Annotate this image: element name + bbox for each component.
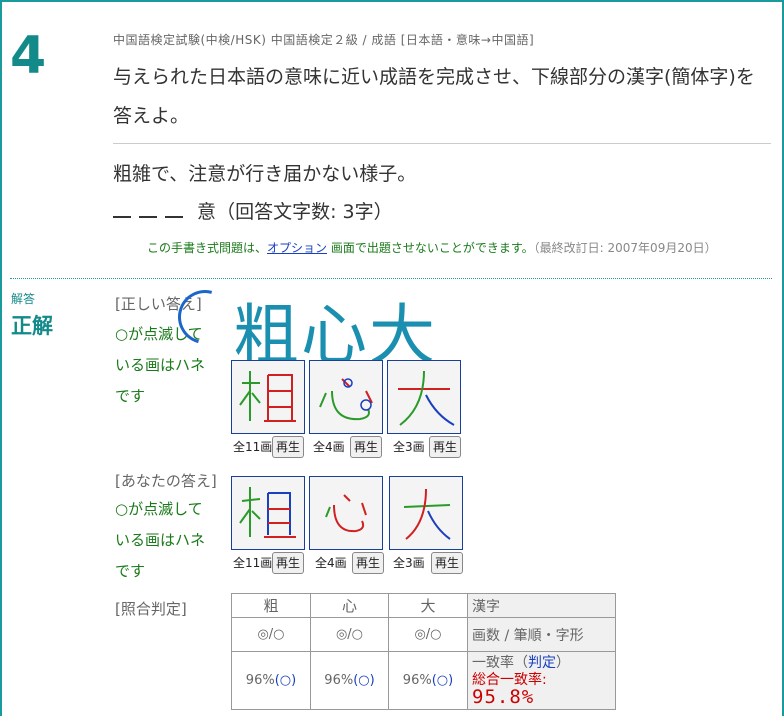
- judge-header-cell: 大: [388, 593, 468, 618]
- your-char-box-3: [389, 476, 463, 550]
- question-instruction: 与えられた日本語の意味に近い成語を完成させ、下線部分の漢字(簡体字)を答えよ。: [113, 66, 755, 127]
- answer-length-hint: （回答文字数: 3字）: [216, 201, 393, 223]
- stroke-count: 全11画: [233, 440, 273, 454]
- char-stroke-drawing: [239, 487, 296, 538]
- judge-header-cell: 粗: [231, 593, 311, 618]
- revision-date: （最終改訂日: 2007年09月20日）: [533, 241, 717, 255]
- option-note: この手書き式問題は、オプション 画面で出題させないことができます。（最終改訂日:…: [147, 241, 717, 255]
- judge-pct-cell: 96%(○): [310, 651, 389, 710]
- correct-heading: 正解: [11, 314, 53, 338]
- stroke-count: 全4画: [315, 556, 347, 570]
- correct-char-box-1: [231, 360, 305, 434]
- blank-1: [113, 198, 131, 218]
- char-stroke-drawing: [325, 494, 367, 533]
- char-stroke-drawing: [239, 371, 296, 422]
- blank-2: [139, 198, 157, 218]
- total-match-value: 95.8%: [472, 686, 535, 708]
- judge-cell: ◎/○: [231, 617, 311, 652]
- judge-pct-cell: 96%(○): [231, 651, 311, 710]
- correct-char-box-2: [309, 360, 383, 434]
- play-button[interactable]: 再生: [272, 436, 304, 458]
- stroke-count: 全11画: [233, 556, 273, 570]
- play-button[interactable]: 再生: [431, 552, 463, 574]
- section-divider: [10, 278, 772, 279]
- judge-header-label: 漢字: [467, 593, 616, 618]
- judge-total-cell: 一致率（判定） 総合一致率: 95.8%: [467, 651, 616, 710]
- char-stroke-drawing: [319, 378, 373, 421]
- stroke-count: 全3画: [393, 440, 425, 454]
- tail-char: 意: [197, 201, 217, 223]
- stroke-count: 全4画: [313, 440, 345, 454]
- char-stroke-drawing: [403, 488, 451, 540]
- match-rate-label: 一致率（判定）: [472, 655, 570, 671]
- judge-stroke-row: ◎/○ ◎/○ ◎/○ 画数 / 筆順・字形: [231, 617, 616, 652]
- judge-cell: ◎/○: [388, 617, 468, 652]
- play-button[interactable]: 再生: [429, 436, 461, 458]
- judge-pct-cell: 96%(○): [388, 651, 468, 710]
- judge-match-row: 96%(○) 96%(○) 96%(○) 一致率（判定） 総合一致率: 95.8…: [231, 651, 616, 710]
- your-answer-label: [あなたの答え]: [115, 472, 217, 490]
- judge-header-row: 粗 心 大 漢字: [231, 593, 616, 618]
- divider: [113, 143, 771, 144]
- answer-blanks: 意（回答文字数: 3字）: [113, 197, 393, 224]
- option-link[interactable]: オプション: [267, 241, 327, 255]
- stroke-count: 全3画: [393, 556, 425, 570]
- correct-char-box-3: [387, 360, 461, 434]
- play-button[interactable]: 再生: [350, 436, 382, 458]
- breadcrumb: 中国語検定試験(中検/HSK) 中国語検定２級 / 成語 [日本語・意味→中国語…: [113, 33, 535, 47]
- hint-text-correct: ○が点滅して いる画はハネ です: [115, 325, 206, 405]
- hint-text-yours: ○が点滅して いる画はハネ です: [115, 500, 206, 580]
- answer-label: 解答: [11, 292, 36, 306]
- judge-row-label: 画数 / 筆順・字形: [467, 617, 616, 652]
- your-char-box-2: [309, 476, 383, 550]
- your-char-box-1: [231, 476, 305, 550]
- blank-3: [165, 198, 183, 218]
- judge-header-cell: 心: [310, 593, 389, 618]
- play-button[interactable]: 再生: [272, 552, 304, 574]
- judge-label: [照合判定]: [115, 600, 187, 618]
- play-button[interactable]: 再生: [352, 552, 384, 574]
- question-meaning: 粗雑で、注意が行き届かない様子。: [113, 163, 417, 185]
- judge-table: 粗 心 大 漢字 ◎/○ ◎/○ ◎/○ 画数 / 筆順・字形 96%(○) 9…: [231, 593, 616, 710]
- judge-cell: ◎/○: [310, 617, 389, 652]
- question-number: 4: [10, 26, 47, 86]
- char-stroke-drawing: [398, 370, 455, 426]
